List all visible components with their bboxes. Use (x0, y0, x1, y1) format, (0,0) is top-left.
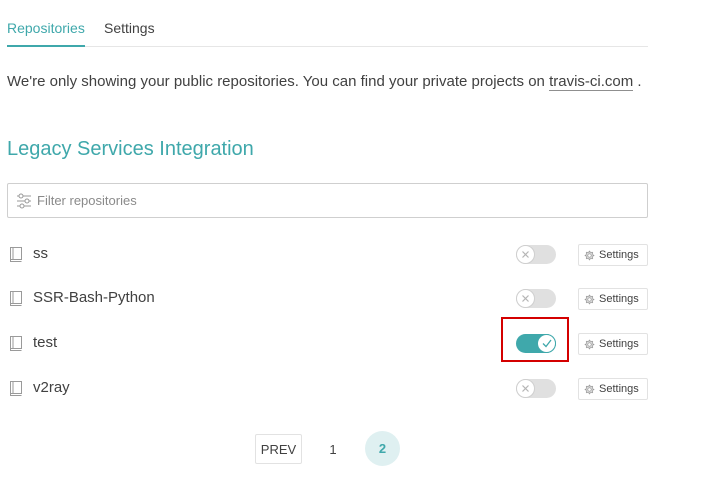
repository-book-icon (10, 247, 22, 262)
toggle-off-x-icon (516, 245, 535, 264)
repo-name[interactable]: v2ray (33, 379, 70, 396)
repo-row-test: test Settings (7, 317, 648, 362)
tab-bar: Repositories Settings (7, 0, 648, 47)
tab-repositories[interactable]: Repositories (7, 20, 85, 47)
notice-text: We're only showing your public repositor… (7, 73, 545, 90)
repo-row-ssr-bash-python: SSR-Bash-Python Settings (7, 284, 648, 314)
settings-button-label: Settings (599, 249, 639, 261)
settings-button-label: Settings (599, 383, 639, 395)
repository-book-icon (10, 336, 22, 351)
page-1-button[interactable]: 1 (319, 434, 347, 464)
gear-icon (584, 250, 595, 260)
public-repos-notice: We're only showing your public repositor… (7, 73, 642, 91)
repo-active-toggle[interactable] (516, 289, 556, 308)
repository-book-icon (10, 381, 22, 396)
repo-active-toggle[interactable] (516, 379, 556, 398)
toggle-off-x-icon (516, 379, 535, 398)
repo-name[interactable]: ss (33, 245, 48, 262)
toggle-on-check-icon (537, 334, 556, 353)
repo-settings-button[interactable]: Settings (578, 288, 648, 310)
filter-box (7, 183, 648, 218)
repo-active-toggle[interactable] (516, 334, 556, 353)
gear-icon (584, 294, 595, 304)
travis-ci-com-link[interactable]: travis-ci.com (549, 73, 634, 91)
toggle-off-x-icon (516, 289, 535, 308)
repo-name[interactable]: SSR-Bash-Python (33, 289, 155, 306)
settings-button-label: Settings (599, 293, 639, 305)
gear-icon (584, 339, 595, 349)
section-title: Legacy Services Integration (7, 138, 254, 160)
repo-active-toggle[interactable] (516, 245, 556, 264)
pagination: PREV 1 2 (0, 431, 711, 467)
repo-settings-button[interactable]: Settings (578, 333, 648, 355)
gear-icon (584, 384, 595, 394)
filter-sliders-icon (17, 193, 31, 209)
filter-repositories-input[interactable] (37, 184, 637, 217)
page-2-button-current[interactable]: 2 (365, 431, 400, 466)
repo-settings-button[interactable]: Settings (578, 244, 648, 266)
notice-suffix: . (637, 73, 642, 90)
prev-page-button[interactable]: PREV (255, 434, 302, 464)
repo-settings-button[interactable]: Settings (578, 378, 648, 400)
repo-name[interactable]: test (33, 334, 57, 351)
repo-row-ss: ss Settings (7, 240, 648, 270)
repository-book-icon (10, 291, 22, 306)
repo-row-v2ray: v2ray Settings (7, 374, 648, 404)
tab-settings[interactable]: Settings (104, 20, 155, 36)
settings-button-label: Settings (599, 338, 639, 350)
